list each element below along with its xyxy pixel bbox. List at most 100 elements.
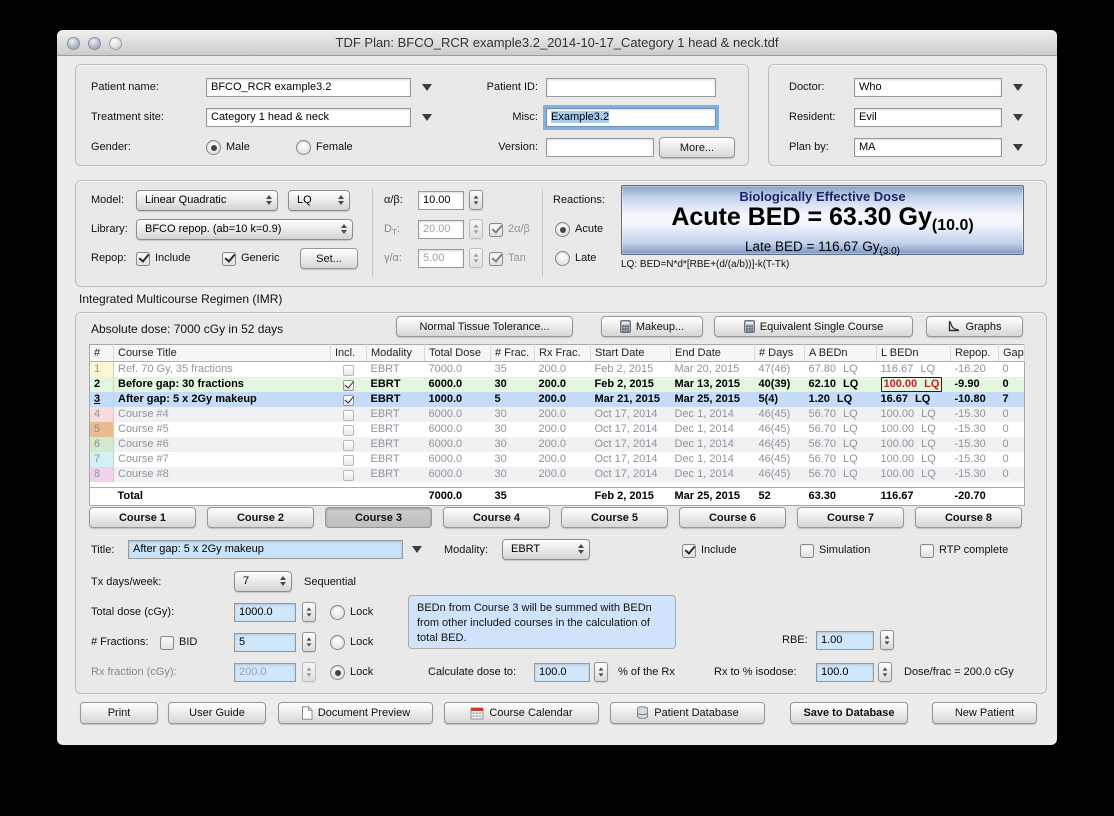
table-row[interactable]: 1 Ref. 70 Gy, 35 fractions EBRT 7000.0 35 200… [89, 361, 1025, 377]
rbe-field[interactable]: 1.00 [816, 631, 874, 650]
column-header[interactable]: A BEDn [804, 344, 877, 362]
treatment-site-dropdown-icon[interactable] [422, 114, 432, 121]
gender-female-radio[interactable]: Female [296, 139, 353, 156]
include-checkbox[interactable] [343, 379, 354, 391]
column-header[interactable]: Modality [366, 344, 425, 362]
tan-checkbox[interactable]: Tan [489, 250, 526, 267]
gamma-alpha-field[interactable]: 5.00 [418, 249, 464, 268]
resident-field[interactable]: Evil [854, 108, 1002, 127]
fractions-lock-radio[interactable]: Lock [330, 634, 373, 651]
minimize-button[interactable] [88, 37, 101, 50]
patient-name-dropdown-icon[interactable] [422, 84, 432, 91]
gamma-alpha-stepper[interactable] [469, 248, 483, 268]
course-4-tab[interactable]: Course 4 [443, 507, 550, 528]
table-row[interactable]: 5 Course #5 EBRT 6000.0 30 200.0 Oct 17, 2014 D… [89, 422, 1025, 437]
rtp-complete-checkbox[interactable]: RTP complete [920, 542, 1008, 559]
treatment-site-field[interactable]: Category 1 head & neck [206, 108, 411, 127]
column-header[interactable]: # Frac. [490, 344, 535, 362]
total-dose-field[interactable]: 1000.0 [234, 603, 296, 622]
include-checkbox[interactable] [343, 394, 354, 406]
column-header[interactable]: Course Title [113, 344, 331, 362]
model-short-popup[interactable]: LQ [288, 190, 350, 211]
save-to-database-button[interactable]: Save to Database [790, 702, 908, 724]
repop-include-checkbox[interactable]: Include [136, 250, 190, 267]
table-row[interactable]: 4 Course #4 EBRT 6000.0 30 200.0 Oct 17, 2014 D… [89, 407, 1025, 422]
table-row[interactable]: 3 After gap: 5 x 2Gy makeup EBRT 1000.0 5 200… [89, 392, 1025, 407]
dt-stepper[interactable] [469, 219, 483, 239]
repop-set-button[interactable]: Set... [300, 248, 358, 269]
two-alpha-beta-checkbox[interactable]: 2α/β [489, 221, 530, 238]
user-guide-button[interactable]: User Guide [168, 702, 266, 724]
include-checkbox[interactable] [343, 454, 354, 466]
table-row[interactable]: 2 Before gap: 30 fractions EBRT 6000.0 30 200… [89, 377, 1025, 392]
gender-male-radio[interactable]: Male [206, 139, 250, 156]
model-popup[interactable]: Linear Quadratic [136, 190, 278, 211]
makeup-button[interactable]: Makeup... [601, 316, 703, 337]
print-button[interactable]: Print [80, 702, 158, 724]
column-header[interactable]: L BEDn [876, 344, 951, 362]
patient-database-button[interactable]: Patient Database [610, 702, 765, 724]
table-row[interactable]: 6 Course #6 EBRT 6000.0 30 200.0 Oct 17, 2014 D… [89, 437, 1025, 452]
fractions-field[interactable]: 5 [234, 633, 296, 652]
table-row[interactable]: 7 Course #7 EBRT 6000.0 30 200.0 Oct 17, 2014 D… [89, 452, 1025, 467]
column-header[interactable]: Gap [998, 344, 1025, 362]
course-6-tab[interactable]: Course 6 [679, 507, 786, 528]
include-checkbox[interactable] [343, 409, 354, 421]
course-2-tab[interactable]: Course 2 [207, 507, 314, 528]
column-header[interactable]: Start Date [590, 344, 671, 362]
course-title-dropdown-icon[interactable] [412, 546, 422, 553]
resident-dropdown-icon[interactable] [1013, 114, 1023, 121]
include-checkbox[interactable] [343, 424, 354, 436]
course-8-tab[interactable]: Course 8 [915, 507, 1022, 528]
course-5-tab[interactable]: Course 5 [561, 507, 668, 528]
patient-id-field[interactable] [546, 78, 716, 97]
isodose-field[interactable]: 100.0 [816, 663, 874, 682]
version-field[interactable] [546, 138, 654, 157]
course-title-field[interactable]: After gap: 5 x 2Gy makeup [128, 540, 403, 559]
total-dose-lock-radio[interactable]: Lock [330, 604, 373, 621]
zoom-button[interactable] [109, 37, 122, 50]
new-patient-button[interactable]: New Patient [932, 702, 1037, 724]
patient-name-field[interactable]: BFCO_RCR example3.2 [206, 78, 411, 97]
include-checkbox[interactable] [343, 439, 354, 451]
fractions-stepper[interactable] [302, 632, 316, 652]
calc-dose-stepper[interactable] [594, 662, 608, 682]
title-bar[interactable]: TDF Plan: BFCO_RCR example3.2_2014-10-17… [57, 30, 1057, 56]
course-1-tab[interactable]: Course 1 [89, 507, 196, 528]
total-dose-stepper[interactable] [302, 602, 316, 622]
column-header[interactable]: End Date [670, 344, 755, 362]
isodose-stepper[interactable] [878, 662, 892, 682]
dt-field[interactable]: 20.00 [418, 220, 464, 239]
library-popup[interactable]: BFCO repop. (ab=10 k=0.9) [136, 219, 353, 240]
late-radio[interactable]: Late [555, 250, 596, 267]
alpha-beta-field[interactable]: 10.00 [418, 191, 464, 210]
calc-dose-field[interactable]: 100.0 [534, 663, 590, 682]
column-header[interactable]: Repop. [950, 344, 999, 362]
graphs-button[interactable]: Graphs [926, 316, 1023, 337]
column-header[interactable]: Total Dose [424, 344, 491, 362]
equivalent-single-course-button[interactable]: Equivalent Single Course [714, 316, 913, 337]
column-header[interactable]: Incl. [330, 344, 367, 362]
document-preview-button[interactable]: Document Preview [278, 702, 433, 724]
tx-days-popup[interactable]: 7 [234, 571, 292, 592]
rx-fraction-stepper[interactable] [302, 662, 316, 682]
include-checkbox[interactable]: Include [682, 542, 736, 559]
planby-dropdown-icon[interactable] [1013, 144, 1023, 151]
doctor-dropdown-icon[interactable] [1013, 84, 1023, 91]
include-checkbox[interactable] [343, 469, 354, 481]
close-button[interactable] [67, 37, 80, 50]
simulation-checkbox[interactable]: Simulation [800, 542, 870, 559]
modality-popup[interactable]: EBRT [502, 539, 590, 560]
column-header[interactable]: Rx Frac. [534, 344, 591, 362]
table-row[interactable]: 8 Course #8 EBRT 6000.0 30 200.0 Oct 17, 2014 D… [89, 467, 1025, 482]
rx-fraction-field[interactable]: 200.0 [234, 663, 296, 682]
planby-field[interactable]: MA [854, 138, 1002, 157]
doctor-field[interactable]: Who [854, 78, 1002, 97]
course-calendar-button[interactable]: Course Calendar [444, 702, 599, 724]
more-button[interactable]: More... [659, 137, 735, 158]
repop-generic-checkbox[interactable]: Generic [222, 250, 280, 267]
course-7-tab[interactable]: Course 7 [797, 507, 904, 528]
course-3-tab[interactable]: Course 3 [325, 507, 432, 528]
misc-field[interactable]: Example3.2 [546, 108, 716, 127]
bid-checkbox[interactable]: BID [160, 634, 197, 651]
